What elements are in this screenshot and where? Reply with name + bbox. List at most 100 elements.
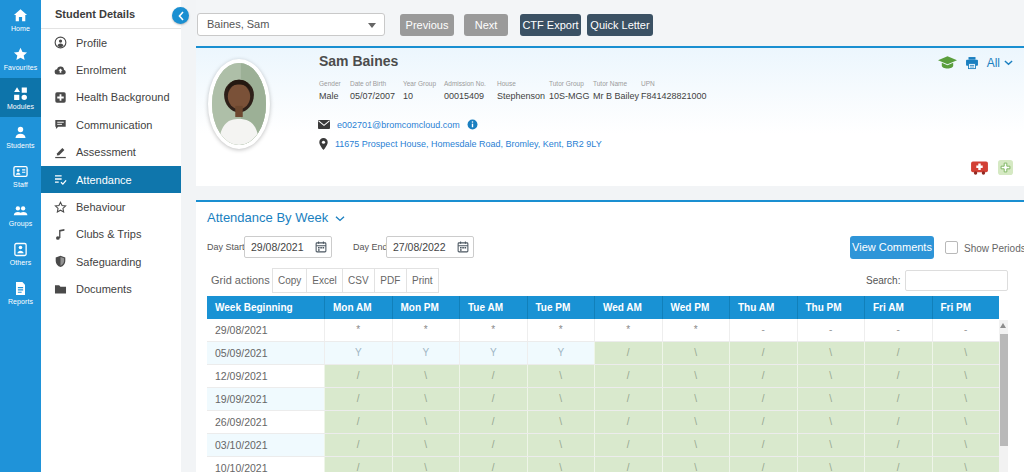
grid-cell[interactable]: / — [324, 457, 392, 472]
grid-cell[interactable]: \ — [392, 388, 460, 410]
info-icon[interactable] — [467, 119, 478, 130]
rail-item-others[interactable]: Others — [0, 234, 41, 273]
grid-col-fri-am[interactable]: Fri AM — [864, 296, 932, 319]
grid-cell[interactable]: \ — [527, 434, 595, 456]
grid-cell[interactable]: \ — [392, 434, 460, 456]
nav-item-safeguarding[interactable]: Safeguarding — [41, 248, 181, 275]
grid-cell[interactable]: \ — [932, 365, 1000, 387]
grid-cell[interactable]: / — [594, 388, 662, 410]
scroll-up-icon[interactable] — [1000, 323, 1006, 328]
grid-col-fri-pm[interactable]: Fri PM — [932, 296, 1000, 319]
grid-cell[interactable]: / — [459, 365, 527, 387]
rail-item-home[interactable]: Home — [0, 0, 41, 39]
grid-col-mon-pm[interactable]: Mon PM — [392, 296, 460, 319]
grid-cell[interactable]: / — [864, 342, 932, 364]
grid-row[interactable]: 26/09/2021/\/\/\/\/\ — [207, 411, 999, 434]
grid-cell[interactable]: / — [324, 365, 392, 387]
grid-cell[interactable]: / — [459, 388, 527, 410]
grid-cell[interactable]: / — [864, 411, 932, 433]
nav-item-attendance[interactable]: Attendance — [41, 166, 181, 193]
grid-cell[interactable]: / — [864, 365, 932, 387]
grid-scrollbar[interactable] — [999, 320, 1008, 472]
grid-cell[interactable]: \ — [527, 388, 595, 410]
nav-item-behaviour[interactable]: Behaviour — [41, 193, 181, 220]
grid-cell[interactable]: / — [864, 457, 932, 472]
graduation-cap-icon[interactable] — [938, 56, 957, 70]
grid-cell[interactable]: \ — [662, 457, 730, 472]
grid-col-wed-am[interactable]: Wed AM — [594, 296, 662, 319]
grid-cell[interactable]: Y — [324, 342, 392, 364]
grid-cell[interactable]: / — [729, 457, 797, 472]
grid-cell[interactable]: / — [459, 457, 527, 472]
nav-item-profile[interactable]: Profile — [41, 29, 181, 56]
rail-item-favourites[interactable]: Favourites — [0, 39, 41, 78]
grid-col-wed-pm[interactable]: Wed PM — [662, 296, 730, 319]
grid-cell[interactable]: \ — [527, 457, 595, 472]
collapse-nav-button[interactable] — [172, 7, 189, 24]
grid-cell[interactable]: / — [729, 388, 797, 410]
nav-item-assessment[interactable]: Assessment — [41, 139, 181, 166]
grid-cell[interactable]: * — [662, 319, 730, 341]
grid-cell[interactable]: Y — [392, 342, 460, 364]
grid-cell[interactable]: \ — [662, 434, 730, 456]
grid-cell[interactable]: / — [324, 411, 392, 433]
grid-cell[interactable]: \ — [662, 365, 730, 387]
printer-icon[interactable] — [965, 56, 979, 70]
grid-row[interactable]: 19/09/2021/\/\/\/\/\ — [207, 388, 999, 411]
grid-cell[interactable]: / — [594, 457, 662, 472]
grid-cell[interactable]: * — [392, 319, 460, 341]
calendar-icon[interactable] — [457, 241, 469, 253]
grid-col-week-beginning[interactable]: Week Beginning — [207, 296, 324, 319]
show-periods-checkbox[interactable] — [945, 241, 958, 254]
grid-cell[interactable]: * — [324, 319, 392, 341]
grid-cell[interactable]: / — [459, 434, 527, 456]
grid-cell[interactable]: / — [324, 388, 392, 410]
grid-cell[interactable]: * — [527, 319, 595, 341]
student-photo[interactable] — [208, 59, 270, 149]
grid-col-tue-am[interactable]: Tue AM — [459, 296, 527, 319]
search-input[interactable] — [905, 270, 1008, 291]
student-select[interactable]: Baines, Sam — [197, 13, 385, 36]
grid-cell[interactable]: / — [594, 342, 662, 364]
grid-row[interactable]: 10/10/2021/\/\/\/\/\ — [207, 457, 999, 472]
copy-button[interactable]: Copy — [272, 268, 307, 293]
next-button[interactable]: Next — [464, 14, 508, 36]
grid-cell[interactable]: * — [594, 319, 662, 341]
grid-cell[interactable]: \ — [662, 411, 730, 433]
nav-item-enrolment[interactable]: Enrolment — [41, 56, 181, 83]
scrollbar-thumb[interactable] — [1000, 334, 1008, 446]
grid-cell[interactable]: \ — [662, 388, 730, 410]
rail-item-staff[interactable]: Staff — [0, 156, 41, 195]
student-email-link[interactable]: e002701@bromcomcloud.com — [337, 120, 460, 130]
grid-cell[interactable]: \ — [797, 457, 865, 472]
view-comments-button[interactable]: View Comments — [850, 236, 934, 259]
grid-cell[interactable]: \ — [797, 411, 865, 433]
grid-cell[interactable]: / — [459, 411, 527, 433]
grid-cell[interactable]: \ — [797, 434, 865, 456]
nav-item-communication[interactable]: Communication — [41, 111, 181, 138]
grid-cell[interactable]: - — [864, 319, 932, 341]
grid-cell[interactable]: / — [594, 365, 662, 387]
grid-cell[interactable]: Y — [527, 342, 595, 364]
grid-cell[interactable]: / — [864, 434, 932, 456]
grid-cell[interactable]: - — [729, 319, 797, 341]
grid-row[interactable]: 05/09/2021YYYY/\/\/\ — [207, 342, 999, 365]
grid-cell[interactable]: / — [324, 434, 392, 456]
student-address-link[interactable]: 11675 Prospect House, Homesdale Road, Br… — [335, 139, 602, 149]
attendance-by-week-header[interactable]: Attendance By Week — [207, 210, 345, 225]
grid-cell[interactable]: \ — [932, 457, 1000, 472]
nav-item-clubs-trips[interactable]: Clubs & Trips — [41, 221, 181, 248]
grid-cell[interactable]: \ — [527, 411, 595, 433]
grid-row[interactable]: 29/08/2021******---- — [207, 319, 999, 342]
calendar-icon[interactable] — [315, 241, 327, 253]
grid-cell[interactable]: / — [729, 342, 797, 364]
csv-button[interactable]: CSV — [342, 268, 375, 293]
day-end-input[interactable]: 27/08/2022 — [386, 236, 474, 258]
ctf-export-button[interactable]: CTF Export — [520, 14, 581, 36]
all-filter-dropdown[interactable]: All — [987, 56, 1013, 70]
nav-item-health-background[interactable]: Health Background — [41, 84, 181, 111]
grid-cell[interactable]: / — [594, 434, 662, 456]
quick-letter-button[interactable]: Quick Letter — [587, 14, 653, 36]
grid-col-tue-pm[interactable]: Tue PM — [527, 296, 595, 319]
grid-cell[interactable]: \ — [797, 388, 865, 410]
